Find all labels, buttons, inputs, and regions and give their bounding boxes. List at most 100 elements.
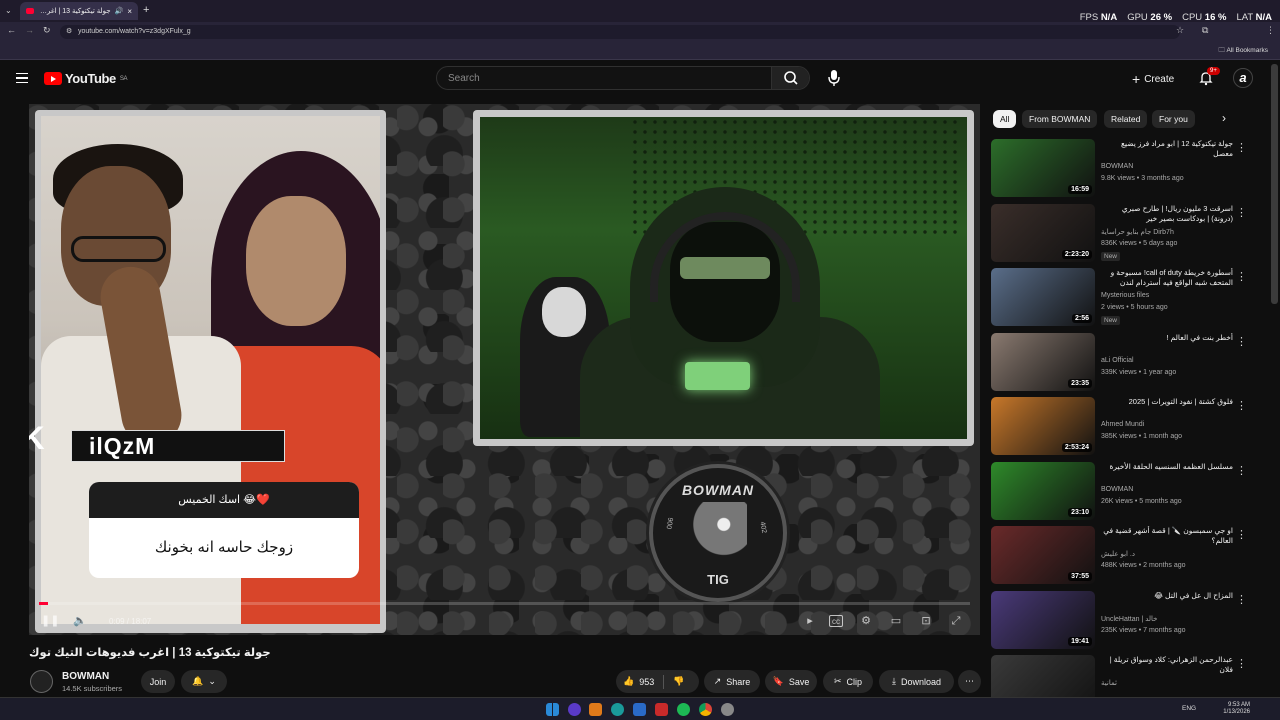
youtube-logo[interactable]: YouTube SA (44, 71, 128, 86)
video-thumbnail[interactable]: 23:10 (991, 461, 1095, 520)
recommended-video-title[interactable]: او جي سمبسون 🔪 | قصة أشهر قضية في العالم… (1101, 526, 1233, 546)
clip-button[interactable]: ✂ Clip (823, 670, 873, 693)
spotify-icon[interactable] (677, 703, 690, 716)
join-button[interactable]: Join (141, 670, 175, 693)
recommended-video-item[interactable]: 19:41 المزاح ال عل في التل 😂 UncleHattan |… (991, 590, 1253, 651)
back-icon[interactable]: ← (7, 25, 16, 35)
recommended-channel-name[interactable]: Mysterious files (1101, 292, 1233, 299)
recommended-video-title[interactable]: أخطر بنت في العالم ! (1101, 333, 1233, 343)
reload-icon[interactable]: ↻ (43, 25, 51, 36)
app-icon-1[interactable] (568, 703, 581, 716)
channel-avatar[interactable] (30, 670, 53, 693)
more-options-icon[interactable]: ⋮ (1236, 657, 1247, 670)
recommended-video-title[interactable]: المزاح ال عل في التل 😂 (1101, 591, 1233, 601)
page-scrollbar[interactable] (1271, 64, 1278, 304)
chip-related[interactable]: Related (1104, 110, 1148, 128)
more-actions-button[interactable]: ⋯ (958, 670, 981, 693)
more-options-icon[interactable]: ⋮ (1236, 528, 1247, 541)
recommended-video-title[interactable]: أسطورة خريطة call of duty! مسبوحة و المت… (1101, 268, 1233, 288)
subscription-bell-button[interactable]: 🔔 ⌄ (181, 670, 227, 693)
miniplayer-icon[interactable]: ▭ (889, 615, 903, 627)
tab-close-icon[interactable]: × (127, 7, 132, 16)
search-input[interactable] (437, 67, 773, 89)
recommended-video-title[interactable]: عبدالرحمن الزهراني: كلاد وسواق تريلة | ف… (1101, 655, 1233, 675)
more-options-icon[interactable]: ⋮ (1236, 399, 1247, 412)
forward-icon[interactable]: → (25, 25, 34, 35)
recommended-video-item[interactable]: 23:35 أخطر بنت في العالم ! aLi Official 339… (991, 332, 1253, 393)
chips-next-chevron-icon[interactable]: › (1222, 111, 1226, 125)
save-button[interactable]: 🔖 Save (765, 670, 817, 693)
recommended-video-item[interactable]: 2:56 أسطورة خريطة call of duty! مسبوحة و … (991, 268, 1253, 328)
more-options-icon[interactable]: ⋮ (1236, 464, 1247, 477)
app-icon-4[interactable] (633, 703, 646, 716)
recommended-channel-name[interactable]: جام بنايو حراساية Dirb7h (1101, 228, 1233, 236)
chip-for-you[interactable]: For you (1152, 110, 1195, 128)
app-icon-5[interactable] (655, 703, 668, 716)
video-thumbnail[interactable]: 16:59 (991, 139, 1095, 197)
site-info-icon[interactable]: ⚙ (66, 25, 72, 39)
video-thumbnail[interactable]: 37:55 (991, 526, 1095, 584)
recommended-channel-name[interactable]: Ahmed Mundi (1101, 421, 1233, 428)
chip-from-bowman[interactable]: From BOWMAN (1022, 110, 1098, 128)
system-clock[interactable]: 9:53 AM 1/13/2026 (1223, 702, 1250, 716)
extensions-icon[interactable]: ⧉ (1202, 25, 1208, 36)
video-player[interactable]: ilQzM اسك الخميس 😂❤️ زوجك حاسه انه بخونك… (29, 104, 980, 635)
url-field[interactable]: ⚙ youtube.com/watch?v=z3dgXFulx_g (60, 25, 1180, 39)
language-indicator[interactable]: ENG (1182, 705, 1196, 712)
new-tab-button[interactable]: + (143, 4, 149, 16)
more-options-icon[interactable]: ⋮ (1236, 206, 1247, 219)
cast-icon[interactable]: ⊡ (919, 615, 933, 627)
tab-audio-icon[interactable]: 🔊 (115, 7, 124, 15)
chip-all[interactable]: All (993, 110, 1017, 128)
video-thumbnail[interactable]: 2:56 (991, 268, 1095, 326)
more-options-icon[interactable]: ⋮ (1236, 141, 1247, 154)
recommended-video-item[interactable]: 2:53:24 فلوق كشتة | نفود التويرات | 2025 A… (991, 397, 1253, 457)
channel-name[interactable]: BOWMAN (62, 671, 109, 682)
menu-hamburger-icon[interactable] (16, 73, 28, 83)
like-button[interactable]: 👍 953 (623, 676, 654, 687)
download-button[interactable]: ⤓ Download (879, 670, 954, 693)
recommended-video-title[interactable]: اسرقت 3 مليون ريال! | طارح صبري (درونة) … (1101, 204, 1233, 224)
settings-gear-icon[interactable]: ⚙ (859, 615, 873, 627)
share-button[interactable]: ↗ Share (704, 670, 760, 693)
recommended-channel-name[interactable]: BOWMAN (1101, 486, 1233, 493)
recommended-video-item[interactable]: 2:23:20 اسرقت 3 مليون ريال! | طارح صبري (… (991, 203, 1253, 264)
video-progress-bar[interactable] (39, 602, 970, 605)
recommended-channel-name[interactable]: UncleHattan | خالد (1101, 615, 1233, 623)
recommended-video-item[interactable]: 16:59 جولة تيكتوكية 12 | ابو مراد فرز يضي… (991, 139, 1253, 199)
voice-search-icon[interactable] (826, 69, 842, 87)
browser-menu-icon[interactable]: ⋮ (1266, 25, 1275, 36)
more-options-icon[interactable]: ⋮ (1236, 593, 1247, 606)
video-thumbnail[interactable]: 2:23:20 (991, 203, 1095, 262)
recommended-channel-name[interactable]: BOWMAN (1101, 163, 1233, 170)
tab-search-icon[interactable]: ⌄ (5, 6, 12, 15)
captions-icon[interactable]: cc (829, 615, 843, 627)
pause-icon[interactable]: ❚❚ (41, 615, 59, 627)
create-button[interactable]: + Create (1132, 69, 1174, 89)
recommended-video-title[interactable]: جولة تيكتوكية 12 | ابو مراد فرز يضيع معص… (1101, 139, 1233, 159)
chrome-icon[interactable] (699, 703, 712, 716)
bookmark-star-icon[interactable]: ☆ (1176, 25, 1184, 36)
recommended-video-item[interactable]: 37:55 او جي سمبسون 🔪 | قصة أشهر قضية في ا… (991, 526, 1253, 586)
app-icon-2[interactable] (589, 703, 602, 716)
video-thumbnail[interactable]: 2:53:24 (991, 397, 1095, 455)
recommended-video-title[interactable]: مسلسل العظمه السنسيه الحلقة الأخيرة (1101, 462, 1233, 472)
recommended-video-item[interactable]: 23:10 مسلسل العظمه السنسيه الحلقة الأخيرة… (991, 461, 1253, 522)
thumbs-down-icon[interactable]: 👎 (673, 676, 684, 687)
search-button[interactable] (771, 67, 809, 89)
more-options-icon[interactable]: ⋮ (1236, 270, 1247, 283)
video-thumbnail[interactable]: 23:35 (991, 332, 1095, 391)
windows-start-icon[interactable] (546, 703, 559, 716)
recommended-channel-name[interactable]: ثمانية (1101, 679, 1233, 687)
all-bookmarks-link[interactable]: 🗀 All Bookmarks (1219, 46, 1269, 57)
volume-icon[interactable]: 🔈 (73, 615, 87, 627)
browser-tab-active[interactable]: جولة تيكتوكية 13 | اغرب (123) 🔊 × (20, 2, 138, 20)
recommended-video-title[interactable]: فلوق كشتة | نفود التويرات | 2025 (1101, 397, 1233, 407)
fullscreen-icon[interactable]: ⤢ (949, 615, 963, 627)
autoplay-icon[interactable]: ▸ (803, 615, 817, 627)
recommended-channel-name[interactable]: aLi Official (1101, 357, 1233, 364)
account-avatar[interactable]: a (1233, 68, 1253, 88)
settings-app-icon[interactable] (721, 703, 734, 716)
more-options-icon[interactable]: ⋮ (1236, 335, 1247, 348)
edge-icon[interactable] (611, 703, 624, 716)
